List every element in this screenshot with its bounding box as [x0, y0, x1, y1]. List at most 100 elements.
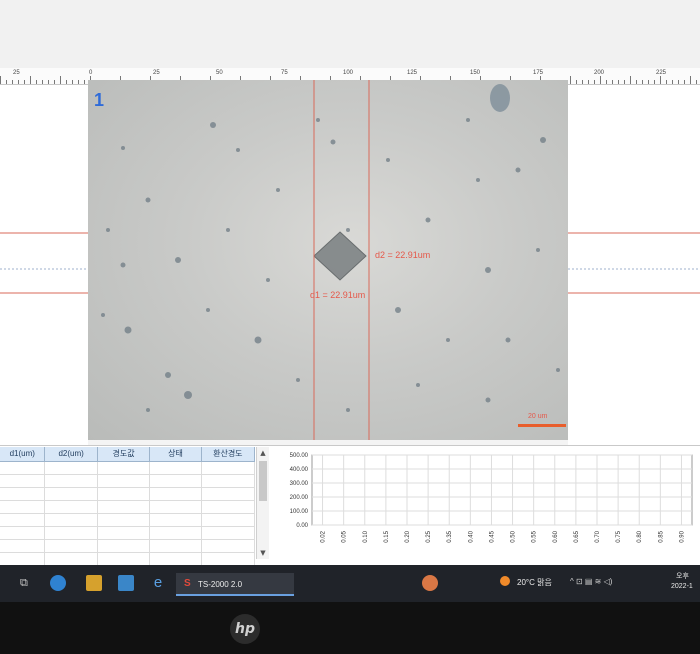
ruler-tick	[666, 80, 667, 84]
table-row[interactable]	[0, 501, 256, 514]
ruler-tick	[624, 80, 625, 84]
table-cell[interactable]	[98, 475, 151, 487]
ruler-tick	[630, 76, 631, 84]
table-cell[interactable]	[202, 501, 256, 513]
d1-measurement-label: d1 = 22.91um	[310, 290, 366, 300]
table-cell[interactable]	[45, 553, 98, 565]
ruler-label: 25	[153, 70, 160, 76]
column-header[interactable]: 경도값	[98, 447, 151, 461]
table-row[interactable]	[0, 527, 256, 540]
ruler-tick	[648, 80, 649, 84]
table-cell[interactable]	[150, 514, 202, 526]
ruler-tick	[588, 80, 589, 84]
measurement-table[interactable]: d1(um) d2(um) 경도값 상태 환산경도	[0, 447, 256, 566]
ruler-tick	[684, 80, 685, 84]
table-row[interactable]	[0, 540, 256, 553]
mail-icon[interactable]	[118, 575, 134, 591]
table-cell[interactable]	[150, 527, 202, 539]
table-cell[interactable]	[202, 540, 256, 552]
ruler-label: 200	[594, 70, 605, 76]
x-tick-label: 0.15	[384, 530, 390, 542]
weather-text[interactable]: 20°C 맑음	[517, 577, 552, 588]
scale-bar-label: 20 um	[528, 413, 548, 420]
table-cell[interactable]	[150, 540, 202, 552]
table-cell[interactable]	[98, 462, 151, 474]
ruler-tick	[672, 80, 673, 84]
table-row[interactable]	[0, 514, 256, 527]
x-tick-label: 0.60	[553, 530, 559, 542]
ruler-tick	[24, 80, 25, 84]
table-cell[interactable]	[150, 501, 202, 513]
table-cell[interactable]	[0, 514, 46, 526]
table-cell[interactable]	[202, 527, 256, 539]
scroll-down-icon[interactable]: ▼	[257, 547, 269, 559]
column-header[interactable]: d1(um)	[0, 447, 46, 461]
clock-time[interactable]: 오후	[676, 571, 689, 581]
ruler-tick	[6, 80, 7, 84]
table-cell[interactable]	[45, 527, 98, 539]
table-cell[interactable]	[45, 462, 98, 474]
table-cell[interactable]	[202, 475, 256, 487]
table-cell[interactable]	[202, 553, 256, 565]
table-cell[interactable]	[202, 462, 256, 474]
y-tick-label: 100.00	[290, 509, 309, 515]
ruler-label: 175	[533, 70, 544, 76]
table-cell[interactable]	[202, 488, 256, 500]
ruler-tick	[12, 80, 13, 84]
table-row[interactable]	[0, 462, 256, 475]
column-header[interactable]: d2(um)	[45, 447, 98, 461]
ie-icon[interactable]: e	[150, 575, 166, 591]
table-cell[interactable]	[98, 488, 151, 500]
table-row[interactable]	[0, 488, 256, 501]
table-cell[interactable]	[150, 488, 202, 500]
table-cell[interactable]	[0, 462, 46, 474]
table-cell[interactable]	[0, 475, 46, 487]
file-explorer-icon[interactable]	[86, 575, 102, 591]
column-header[interactable]: 환산경도	[202, 447, 256, 461]
table-cell[interactable]	[98, 501, 151, 513]
table-cell[interactable]	[0, 540, 46, 552]
ruler-tick	[0, 76, 1, 84]
x-tick-label: 0.70	[595, 530, 601, 542]
table-cell[interactable]	[98, 553, 151, 565]
table-cell[interactable]	[45, 475, 98, 487]
x-tick-label: 0.85	[658, 530, 664, 542]
x-tick-label: 0.40	[468, 530, 474, 542]
table-cell[interactable]	[45, 540, 98, 552]
y-tick-label: 400.00	[290, 467, 309, 473]
table-cell[interactable]	[0, 527, 46, 539]
table-cell[interactable]	[202, 514, 256, 526]
tray-app-icon[interactable]	[422, 575, 438, 591]
table-cell[interactable]	[98, 527, 151, 539]
ruler-tick	[642, 80, 643, 84]
indentation-mark	[313, 231, 367, 281]
ruler-tick	[612, 80, 613, 84]
table-cell[interactable]	[98, 514, 151, 526]
table-cell[interactable]	[45, 514, 98, 526]
chart-frame	[311, 454, 693, 526]
table-row[interactable]	[0, 475, 256, 488]
table-cell[interactable]	[0, 488, 46, 500]
taskbar-app-button[interactable]: S TS-2000 2.0	[176, 573, 294, 596]
ruler-tick	[618, 80, 619, 84]
table-cell[interactable]	[98, 540, 151, 552]
table-cell[interactable]	[0, 501, 46, 513]
tray-icons[interactable]: ^ ⊡ ▤ ≋ ◁)	[570, 577, 612, 586]
table-scrollbar[interactable]: ▲ ▼	[256, 447, 269, 559]
ruler-tick	[582, 80, 583, 84]
table-cell[interactable]	[150, 475, 202, 487]
clock-date[interactable]: 2022-1	[671, 583, 693, 590]
edge-icon[interactable]	[50, 575, 66, 591]
microscope-image-view[interactable]: 1 d2 = 22.91um d1 = 22.91um 20 um	[88, 80, 568, 440]
task-view-icon[interactable]: ⧉	[20, 576, 34, 590]
table-cell[interactable]	[45, 501, 98, 513]
column-header[interactable]: 상태	[150, 447, 202, 461]
x-tick-label: 0.05	[342, 530, 348, 542]
scroll-thumb[interactable]	[259, 461, 267, 501]
table-cell[interactable]	[0, 553, 46, 565]
table-cell[interactable]	[150, 462, 202, 474]
scroll-up-icon[interactable]: ▲	[257, 447, 269, 459]
ruler-tick	[30, 76, 31, 84]
table-cell[interactable]	[45, 488, 98, 500]
table-cell[interactable]	[150, 553, 202, 565]
